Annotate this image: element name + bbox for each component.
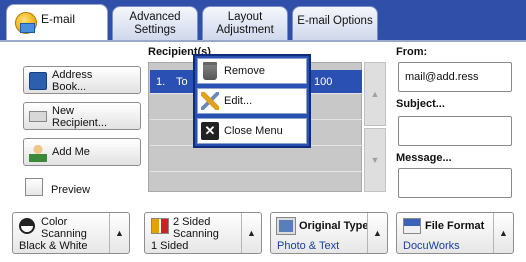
two-sided-value: 1 Sided	[151, 240, 189, 252]
original-type-icon	[276, 217, 296, 235]
remove-label: Remove	[224, 65, 265, 77]
tab-advanced-settings[interactable]: Advanced Settings	[112, 6, 198, 40]
two-sided-scanning-button[interactable]: 2 Sided Scanning 1 Sided ▲	[144, 212, 262, 254]
chevron-down-icon: ▼	[370, 155, 380, 165]
message-field[interactable]	[398, 168, 512, 198]
address-book-button[interactable]: Address Book...	[23, 66, 141, 94]
file-format-button[interactable]: File Format DocuWorks ▲	[396, 212, 514, 254]
color-scanning-value: Black & White	[19, 240, 88, 252]
original-type-value: Photo & Text	[277, 240, 340, 252]
preview-checkbox[interactable]: Preview	[23, 174, 141, 202]
original-type-button[interactable]: Original Type Photo & Text ▲	[270, 212, 388, 254]
chevron-up-icon[interactable]: ▲	[367, 213, 387, 253]
chevron-up-icon[interactable]: ▲	[109, 213, 129, 253]
edit-icon	[201, 92, 219, 110]
subject-label[interactable]: Subject...	[396, 98, 445, 110]
preview-label: Preview	[51, 184, 91, 196]
close-menu-label: Close Menu	[224, 125, 283, 137]
original-type-title: Original Type	[299, 220, 369, 232]
edit-label: Edit...	[224, 95, 253, 107]
recipient-address: To	[176, 76, 188, 88]
tab-bar: E-mail Advanced Settings Layout Adjustme…	[0, 0, 526, 42]
address-book-icon	[29, 72, 47, 90]
person-icon	[29, 144, 47, 162]
address-book-label: Address Book...	[52, 69, 93, 93]
tab-email-options[interactable]: E-mail Options	[292, 6, 378, 40]
chevron-up-icon[interactable]: ▲	[493, 213, 513, 253]
remove-menu-item[interactable]: Remove	[197, 58, 307, 84]
main-panel: Address Book... New Recipient... Add Me …	[0, 40, 526, 262]
trash-icon	[203, 62, 217, 80]
keyboard-icon	[29, 111, 47, 122]
color-scanning-button[interactable]: Color Scanning Black & White ▲	[12, 212, 130, 254]
recipient-suffix: 100	[314, 76, 333, 88]
color-scanning-icon	[19, 218, 35, 234]
tab-email-label: E-mail	[41, 12, 76, 26]
message-label[interactable]: Message...	[396, 152, 452, 164]
from-field[interactable]: mail@add.ress	[398, 62, 512, 92]
tab-layout-adjustment[interactable]: Layout Adjustment	[202, 6, 288, 40]
scroll-up-button[interactable]: ▲	[364, 62, 386, 126]
color-scanning-title: Color Scanning	[41, 216, 87, 240]
scroll-down-button[interactable]: ▼	[364, 128, 386, 192]
two-sided-icon	[151, 218, 169, 234]
tab-email[interactable]: E-mail	[6, 4, 108, 42]
checkbox-icon[interactable]	[25, 178, 43, 196]
file-format-icon	[403, 218, 421, 234]
two-sided-title: 2 Sided Scanning	[173, 216, 219, 240]
subject-field[interactable]	[398, 116, 512, 146]
chevron-up-icon[interactable]: ▲	[241, 213, 261, 253]
chevron-up-icon: ▲	[370, 89, 380, 99]
new-recipient-button[interactable]: New Recipient...	[23, 102, 141, 130]
recipient-row-empty[interactable]	[150, 148, 362, 172]
add-me-label: Add Me	[52, 146, 90, 158]
new-recipient-label: New Recipient...	[52, 105, 108, 129]
file-format-value: DocuWorks	[403, 240, 460, 252]
from-value: mail@add.ress	[405, 71, 479, 83]
edit-menu-item[interactable]: Edit...	[197, 88, 307, 114]
context-menu: Remove Edit... ✕ Close Menu	[193, 54, 311, 148]
close-icon: ✕	[201, 122, 219, 140]
recipient-number: 1.	[156, 76, 166, 88]
file-format-title: File Format	[425, 220, 485, 232]
email-icon	[15, 12, 37, 34]
add-me-button[interactable]: Add Me	[23, 138, 141, 166]
from-label: From:	[396, 46, 428, 58]
close-menu-item[interactable]: ✕ Close Menu	[197, 118, 307, 144]
